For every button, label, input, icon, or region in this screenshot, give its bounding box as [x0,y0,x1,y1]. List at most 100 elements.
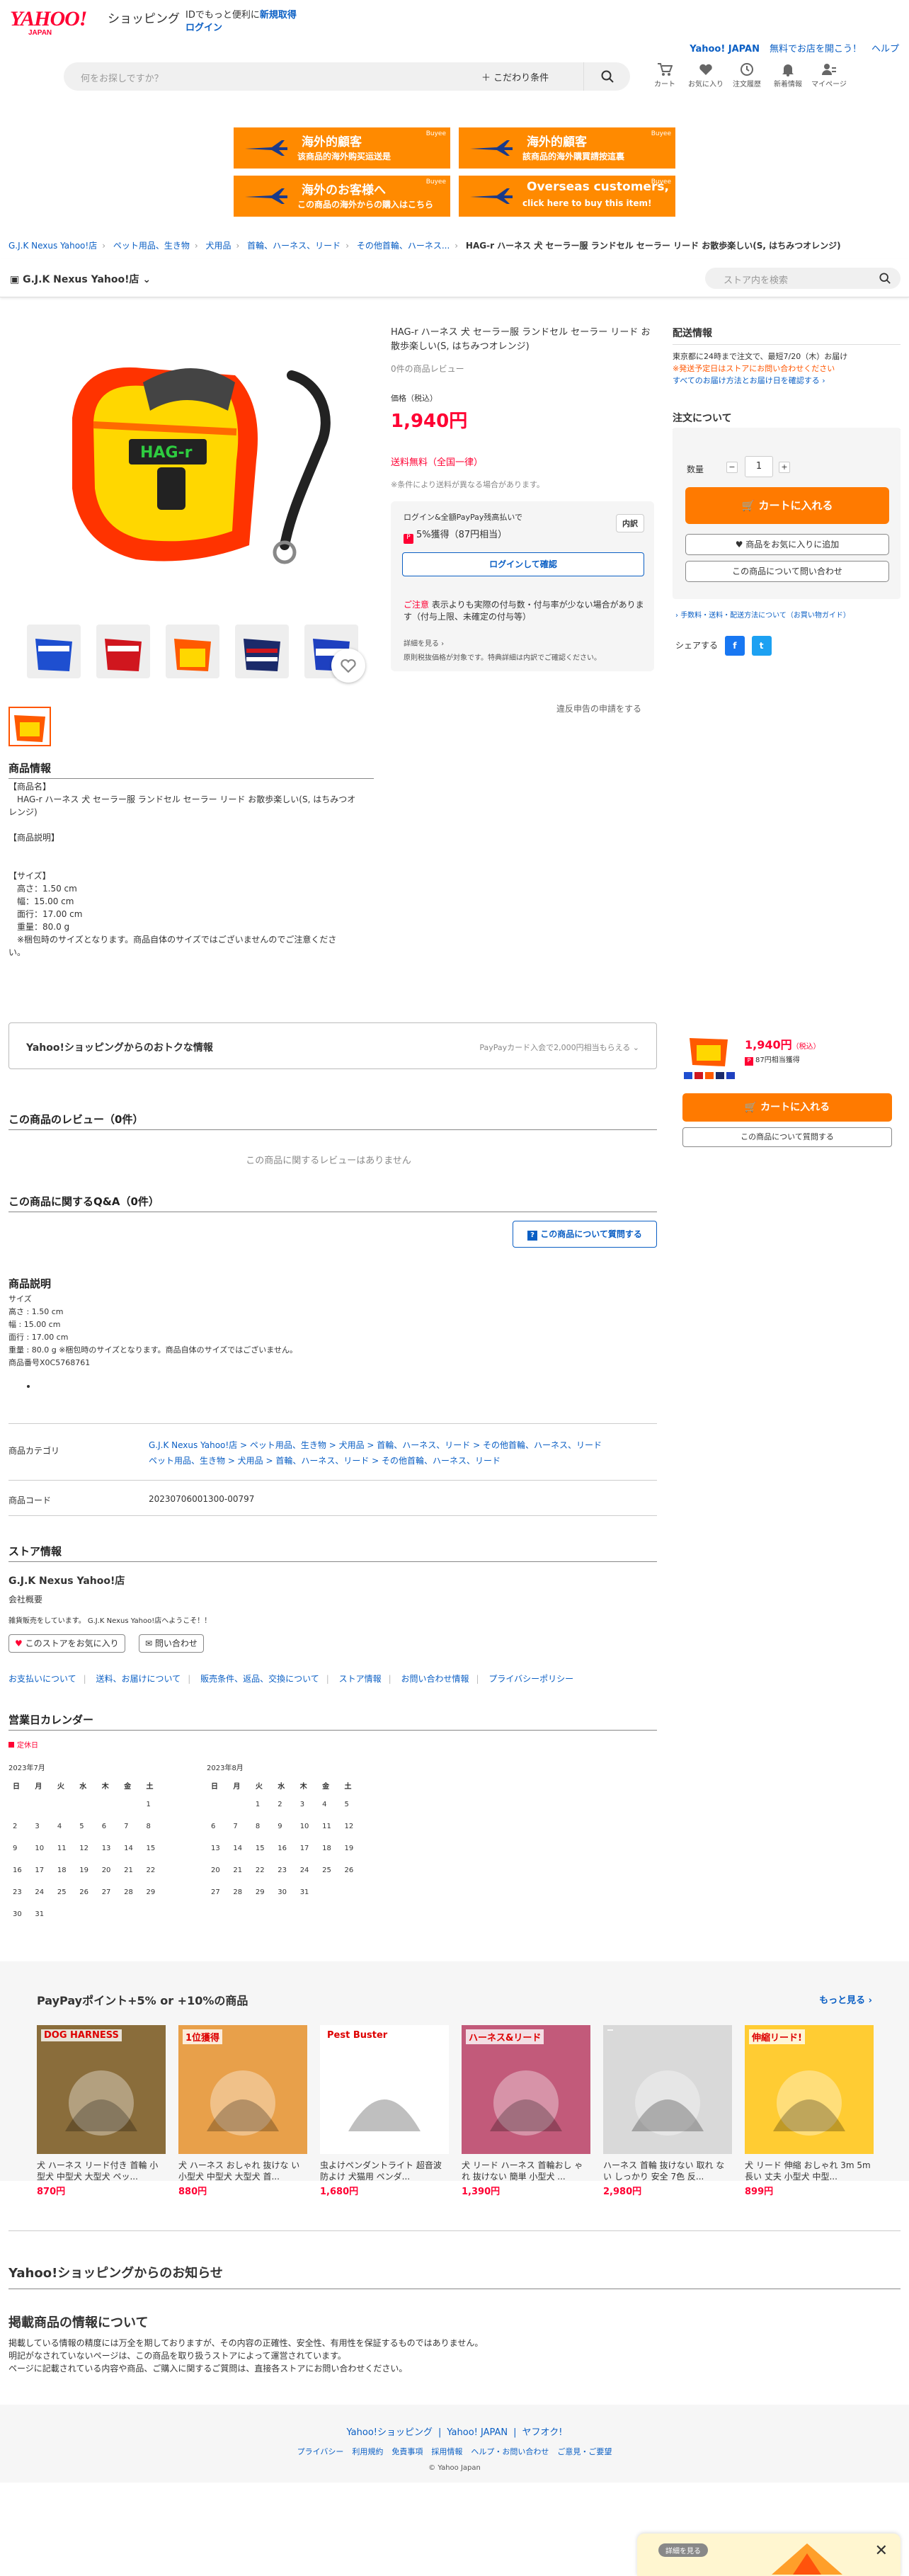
store-name-menu[interactable]: ▣ G.J.K Nexus Yahoo!店 ⌄ [10,272,151,286]
register-link[interactable]: 新規取得 [260,10,297,21]
footer-link[interactable]: Yahoo! JAPAN [447,2427,508,2438]
report-violation-link[interactable]: 違反申告の申請をする [556,702,641,714]
banner-chinese-simplified[interactable]: Buyee 海外的顧客 该商品的海外购买运送是 [234,127,450,169]
sticky-question-button[interactable]: この商品について質問する [682,1127,892,1147]
store-search-input[interactable]: ストア内を検索 [705,268,901,289]
info-title: 商品情報 [8,760,374,779]
calendar-day: 7 [124,1823,129,1830]
footer-link[interactable]: 利用規約 [352,2447,383,2456]
recommend-image[interactable]: ハーネス&リード [462,2025,590,2154]
minus-button[interactable]: − [726,462,738,473]
header-mypage[interactable]: マイページ [808,61,850,89]
shopping-guide-link[interactable]: › 手数料・送料・配送方法について（お買い物ガイド） [675,609,850,620]
footer-link[interactable]: ご意見・ご要望 [557,2447,612,2456]
store-link[interactable]: 販売条件、返品、交換について [200,1674,319,1684]
facebook-share-button[interactable]: f [724,636,745,656]
breadcrumb-separator: › [102,241,106,251]
banner-chinese-traditional[interactable]: Buyee 海外的顧客 該商品的海外購買請按這裏 [459,127,675,169]
recommend-card[interactable]: ハーネス 首輪 抜けない 取れ ない しっかり 安全 7色 反... 2,980円 [603,2025,732,2197]
close-icon[interactable]: ✕ [875,2542,888,2560]
recommend-name[interactable]: 虫よけペンダントライト 超音波 防よけ 犬猫用 ペンダ... [320,2160,449,2184]
banner-english[interactable]: Buyee Overseas customers, click here to bu… [459,176,675,217]
product-main-image[interactable]: HAG-r [51,333,348,616]
filter-conditions-button[interactable]: ＋ こだわり条件 [481,70,549,84]
ask-question-button[interactable]: ? この商品について質問する [513,1221,657,1248]
footer-link[interactable]: ヤフオク! [522,2427,563,2438]
sticky-add-to-cart-button[interactable]: 🛒 カートに入れる [682,1093,892,1122]
thumbnail-navy-stripe[interactable] [235,625,289,678]
footer-link[interactable]: ヘルプ・お問い合わせ [471,2447,549,2456]
footer-link[interactable]: 採用情報 [431,2447,462,2456]
login-confirm-button[interactable]: ログインして確認 [402,552,644,576]
recommend-image[interactable]: Pest Buster [320,2025,449,2154]
contact-store-button[interactable]: ✉ 問い合わせ [139,1634,204,1653]
thumbnail-blue[interactable] [27,625,81,678]
breadcrumb-item[interactable]: その他首輪、ハーネス... [357,241,450,251]
twitter-share-button[interactable]: t [751,636,772,656]
yahoo-japan-link[interactable]: Yahoo! JAPAN [690,44,760,55]
promo-detail-button[interactable]: 詳細を見る [658,2543,708,2557]
breadcrumb-item[interactable]: 首輪、ハーネス、リード [247,241,341,251]
store-link[interactable]: ストア情報 [339,1674,382,1684]
plus-button[interactable]: + [779,462,790,473]
thumbnail-orange[interactable] [166,625,219,678]
search-bar[interactable]: 何をお探しですか？ ＋ こだわり条件 [64,62,630,91]
recommend-name[interactable]: 犬 ハーネス リード付き 首輪 小型犬 中型犬 大型犬 ペッ... [37,2160,166,2184]
open-store-link[interactable]: 無料でお店を開こう！ [770,44,862,55]
review-count-link[interactable]: 0件の商品レビュー [391,363,464,375]
category-path[interactable]: G.J.K Nexus Yahoo!店 > ペット用品、生き物 > 犬用品 > … [149,1437,644,1469]
recommend-image[interactable] [603,2025,732,2154]
add-favorite-button[interactable]: ♥ 商品をお気に入りに追加 [685,534,889,555]
footer-link[interactable]: Yahoo!ショッピング [347,2427,433,2438]
shopping-logo-text[interactable]: ショッピング [108,8,180,26]
recommend-name[interactable]: 犬 リード 伸縮 おしゃれ 3m 5m 長い 丈夫 小型犬 中型... [745,2160,874,2184]
footer-link[interactable]: 免責事項 [391,2447,423,2456]
deal-link[interactable]: PayPayカード入会で2,000円相当もらえる ⌄ [479,1042,639,1053]
delivery-all-link[interactable]: すべてのお届け方法とお届け日を確認する › [673,375,901,387]
header-cart[interactable]: カート [644,61,685,89]
favorite-store-button[interactable]: ♥ このストアをお気に入り [8,1634,125,1653]
search-button[interactable] [583,62,630,91]
header-news[interactable]: 新着情報 [767,61,808,89]
recommend-name[interactable]: 犬 ハーネス おしゃれ 抜けな い 小型犬 中型犬 大型犬 首... [178,2160,307,2184]
recommend-image[interactable]: DOG HARNESS [37,2025,166,2154]
store-info-name[interactable]: G.J.K Nexus Yahoo!店 [8,1573,125,1588]
thumbnail-red[interactable] [96,625,150,678]
store-link[interactable]: お問い合わせ情報 [401,1674,469,1684]
recommend-name[interactable]: ハーネス 首輪 抜けない 取れ ない しっかり 安全 7色 反... [603,2160,732,2184]
points-breakdown-button[interactable]: 内訳 [616,514,644,532]
header-favorite[interactable]: お気に入り [685,61,726,89]
recommend-image[interactable]: 伸縮リード! [745,2025,874,2154]
help-link[interactable]: ヘルプ [871,44,899,55]
company-overview[interactable]: 会社概要 [8,1593,42,1605]
recommend-card[interactable]: 伸縮リード! 犬 リード 伸縮 おしゃれ 3m 5m 長い 丈夫 小型犬 中型..… [745,2025,874,2197]
breadcrumb-item[interactable]: G.J.K Nexus Yahoo!店 [8,241,97,251]
recommend-card[interactable]: 1位獲得犬 ハーネス おしゃれ 抜けな い 小型犬 中型犬 大型犬 首... 88… [178,2025,307,2197]
selected-thumbnail[interactable] [8,707,51,746]
recommend-card[interactable]: ハーネス&リード犬 リード ハーネス 首輪おし ゃれ 抜けない 簡単 小型犬 .… [462,2025,590,2197]
store-link[interactable]: 送料、お届けについて [96,1674,181,1684]
details-link[interactable]: 詳細を見る › [404,637,444,648]
quantity-stepper[interactable]: − 1 + [726,456,791,477]
footer-link[interactable]: プライバシー [297,2447,344,2456]
login-link[interactable]: ログイン [185,20,222,33]
search-input[interactable]: 何をお探しですか？ [81,71,164,84]
store-link[interactable]: お支払いについて [8,1674,76,1684]
inquire-button[interactable]: この商品について問い合わせ [685,561,889,582]
add-to-cart-button[interactable]: 🛒 カートに入れる [685,487,889,524]
banner-japanese[interactable]: Buyee 海外のお客様へ この商品の海外からの購入はこちら [234,176,450,217]
breadcrumb-item[interactable]: 犬用品 [206,241,231,251]
store-link[interactable]: プライバシーポリシー [488,1674,573,1684]
quantity-input[interactable]: 1 [745,456,773,477]
search-icon[interactable] [879,273,891,284]
header-history[interactable]: 注文履歴 [726,61,767,89]
recommend-name[interactable]: 犬 リード ハーネス 首輪おし ゃれ 抜けない 簡単 小型犬 ... [462,2160,590,2184]
recommend-image[interactable]: 1位獲得 [178,2025,307,2154]
recommend-card[interactable]: DOG HARNESS 犬 ハーネス リード付き 首輪 小型犬 中型犬 大型犬 ペ… [37,2025,166,2197]
yahoo-logo[interactable]: YAHOO! JAPAN [10,7,87,37]
breadcrumb-item[interactable]: ペット用品、生き物 [113,241,190,251]
recommend-card[interactable]: Pest Buster 虫よけペンダントライト 超音波 防よけ 犬猫用 ペンダ..… [320,2025,449,2197]
deal-box[interactable]: Yahoo!ショッピングからのおトクな情報 PayPayカード入会で2,000円… [8,1022,657,1069]
favorite-heart-button[interactable] [331,649,365,683]
see-more-link[interactable]: もっと見る › [819,1993,872,2006]
